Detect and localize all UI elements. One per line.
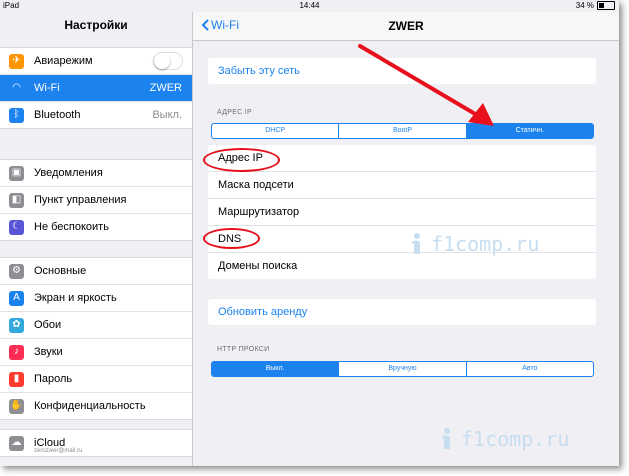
ipad-screen: iPad 14:44 34 % Настройки ✈ Авиарежим ◠ Wi-… [0,0,619,466]
annotation-arrow [358,44,494,126]
